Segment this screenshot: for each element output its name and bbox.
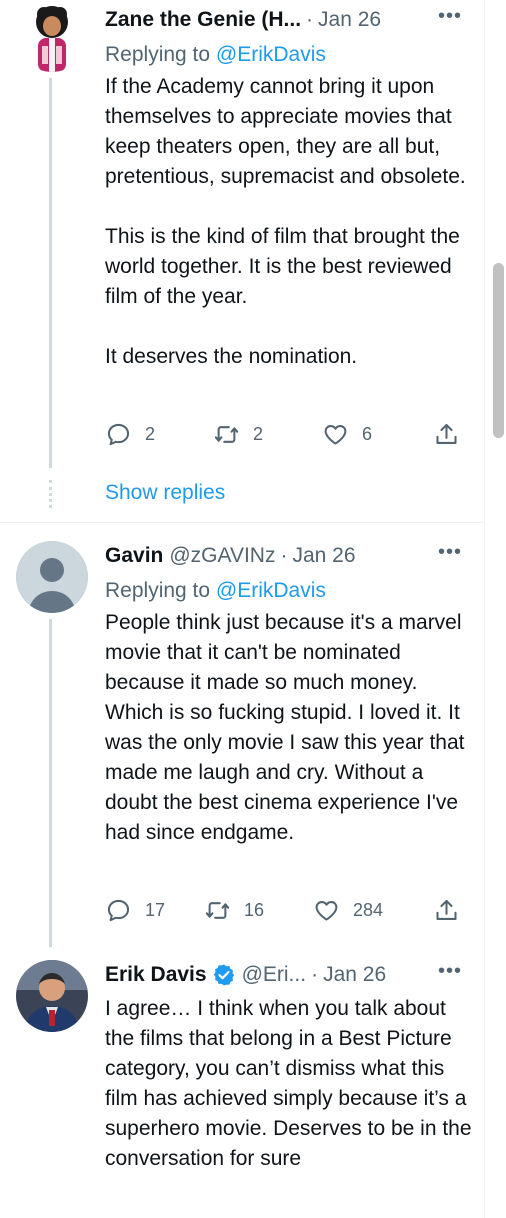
show-replies-link[interactable]: Show replies xyxy=(105,481,225,505)
tweet-paragraph: This is the kind of film that brought th… xyxy=(105,225,460,308)
share-button[interactable] xyxy=(433,897,460,924)
avatar[interactable] xyxy=(16,541,88,613)
reply-icon xyxy=(107,899,130,922)
separator-dot: · xyxy=(311,963,319,986)
tweet-date[interactable]: Jan 26 xyxy=(318,8,381,32)
reply-count: 2 xyxy=(145,424,156,444)
separator-dot: · xyxy=(280,544,288,567)
avatar-image xyxy=(16,960,88,1032)
retweet-count: 16 xyxy=(244,900,265,920)
timeline-divider xyxy=(484,0,485,1218)
tweet-actions: 2 2 6 xyxy=(105,421,460,451)
share-icon xyxy=(436,423,457,444)
scrollbar-thumb[interactable] xyxy=(493,263,504,438)
like-button[interactable]: 284 xyxy=(313,897,383,924)
tweet-header: Zane the Genie (H... · Jan 26 ••• xyxy=(105,5,462,35)
reply-button[interactable]: 2 xyxy=(105,421,155,448)
avatar[interactable] xyxy=(16,0,88,72)
tweet-actions: 17 16 284 xyxy=(105,897,460,927)
heart-icon xyxy=(315,901,338,921)
thread-dotted-line xyxy=(49,480,55,508)
avatar[interactable] xyxy=(16,960,88,1032)
tweet-paragraph: I agree… I think when you talk about the… xyxy=(105,997,472,1170)
replying-to: Replying to @ErikDavis xyxy=(105,576,326,606)
tweet-text: People think just because it's a marvel … xyxy=(105,608,475,848)
mention-link[interactable]: @ErikDavis xyxy=(216,579,326,602)
more-icon[interactable]: ••• xyxy=(438,541,462,564)
author-name[interactable]: Gavin xyxy=(105,544,163,568)
tweet[interactable]: Erik Davis @Eri... · Jan 26 ••• I agree…… xyxy=(0,946,484,1218)
retweet-icon xyxy=(214,426,239,443)
replying-to-label: Replying to xyxy=(105,43,216,66)
tweet-date[interactable]: Jan 26 xyxy=(323,963,386,987)
share-icon xyxy=(436,899,457,920)
tweet-text: I agree… I think when you talk about the… xyxy=(105,994,475,1174)
like-count: 6 xyxy=(362,424,373,444)
tweet-header: Gavin @zGAVINz · Jan 26 ••• xyxy=(105,541,462,571)
tweet-paragraph: It deserves the nomination. xyxy=(105,345,358,368)
tweet[interactable]: Zane the Genie (H... · Jan 26 ••• Replyi… xyxy=(0,0,484,522)
author-name[interactable]: Zane the Genie (H... xyxy=(105,8,301,32)
author-handle[interactable]: @zGAVINz xyxy=(169,544,275,568)
scrollbar[interactable] xyxy=(492,263,506,438)
default-avatar-icon xyxy=(16,541,88,613)
replying-to-label: Replying to xyxy=(105,579,216,602)
reply-icon xyxy=(107,423,130,446)
separator-dot: · xyxy=(306,8,314,31)
reply-count: 17 xyxy=(145,900,166,920)
tweet-text: If the Academy cannot bring it upon them… xyxy=(105,72,475,372)
more-icon[interactable]: ••• xyxy=(438,960,462,983)
like-button[interactable]: 6 xyxy=(322,421,372,448)
tweet-paragraph: People think just because it's a marvel … xyxy=(105,611,465,844)
thread-line xyxy=(49,619,52,947)
avatar-image xyxy=(16,0,88,72)
share-button[interactable] xyxy=(433,421,460,448)
retweet-button[interactable]: 2 xyxy=(213,421,263,448)
reply-button[interactable]: 17 xyxy=(105,897,165,924)
retweet-button[interactable]: 16 xyxy=(204,897,264,924)
replying-to: Replying to @ErikDavis xyxy=(105,40,326,70)
tweet-paragraph: If the Academy cannot bring it upon them… xyxy=(105,75,466,188)
tweet-date[interactable]: Jan 26 xyxy=(292,544,355,568)
author-name[interactable]: Erik Davis xyxy=(105,963,207,987)
like-count: 284 xyxy=(353,900,384,920)
mention-link[interactable]: @ErikDavis xyxy=(216,43,326,66)
tweet[interactable]: Gavin @zGAVINz · Jan 26 ••• Replying to … xyxy=(0,522,484,947)
more-icon[interactable]: ••• xyxy=(438,5,462,28)
retweet-icon xyxy=(205,902,230,919)
verified-badge-icon xyxy=(213,964,234,986)
thread-line xyxy=(49,78,52,468)
author-handle[interactable]: @Eri... xyxy=(242,963,307,987)
retweet-count: 2 xyxy=(253,424,264,444)
tweet-header: Erik Davis @Eri... · Jan 26 ••• xyxy=(105,960,462,990)
heart-icon xyxy=(324,425,347,445)
